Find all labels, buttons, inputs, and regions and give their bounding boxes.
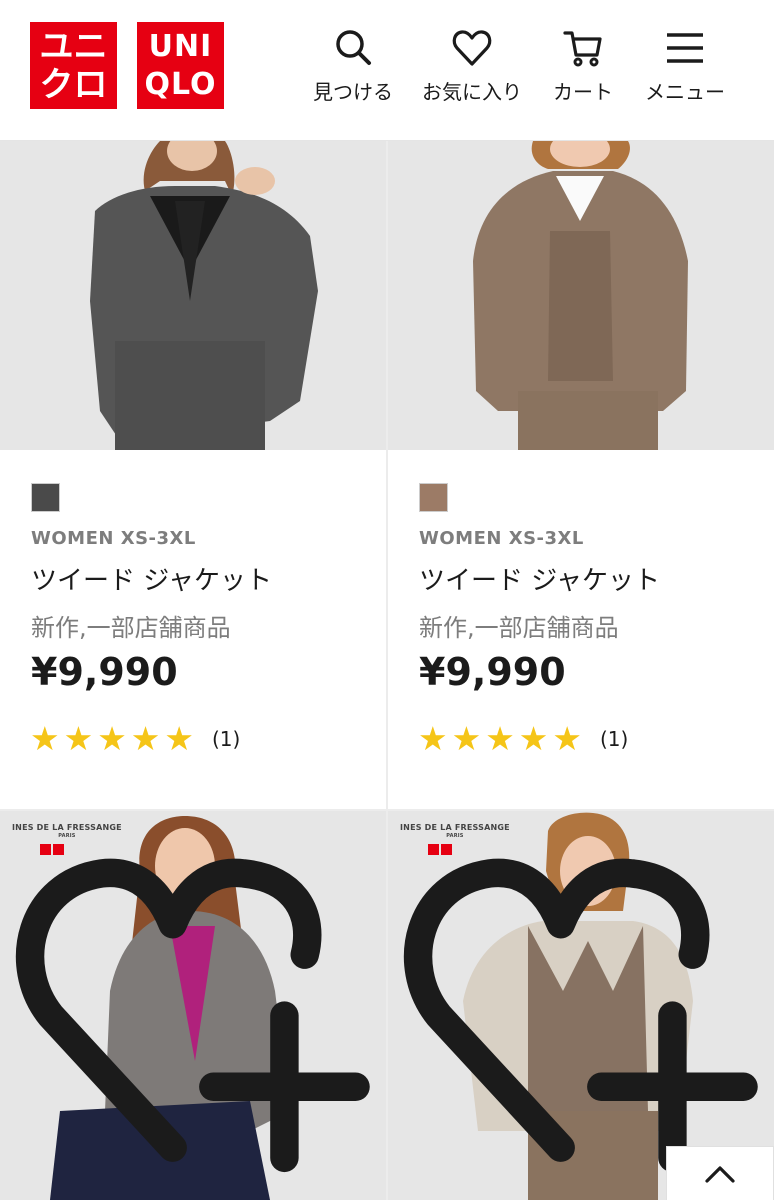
nav-cart-label: カート: [553, 80, 613, 104]
star-icon: ★: [63, 719, 94, 758]
review-count: (1): [599, 726, 629, 751]
model-photo: [0, 141, 386, 450]
uniqlo-logo-en[interactable]: UNI QLO: [137, 22, 224, 109]
model-photo: [388, 141, 774, 450]
grid-divider-vertical: [386, 141, 388, 1200]
product-image-check-jacket[interactable]: INES DE LA FRESSANGE PARIS: [0, 811, 386, 1200]
star-icon: ★: [518, 719, 549, 758]
star-icon: ★: [552, 719, 582, 758]
star-icon: ★: [97, 719, 127, 758]
nav-cart-button[interactable]: カート: [553, 26, 613, 105]
color-swatch[interactable]: [31, 483, 60, 512]
product-image-grey-tweed-jacket[interactable]: [0, 141, 386, 450]
star-icon: ★: [451, 719, 482, 758]
gender-size: WOMEN XS-3XL: [419, 528, 584, 549]
grid-divider-horizontal: [0, 809, 774, 811]
product-price: ¥9,990: [419, 650, 566, 694]
gender-size: WOMEN XS-3XL: [31, 528, 196, 549]
product-flags: 新作,一部店舗商品: [419, 614, 619, 642]
logo-ja-top: ユニ: [39, 26, 108, 67]
rating-stars: ★ ★ ★ ★ ★ (1): [418, 722, 628, 755]
add-favorite-icon[interactable]: [0, 811, 386, 1200]
nav-menu-label: メニュー: [645, 80, 725, 104]
star-icon: ★: [164, 719, 194, 758]
search-icon: [336, 30, 371, 65]
logo-en-top: UNI: [148, 28, 213, 64]
cart-icon: [563, 31, 602, 67]
star-icon: ★: [418, 719, 448, 758]
product-card-2[interactable]: WOMEN XS-3XL ツイード ジャケット 新作,一部店舗商品 ¥9,990…: [388, 450, 774, 809]
nav-favorites-label: お気に入り: [422, 80, 522, 104]
nav-find-label: 見つける: [313, 80, 393, 104]
review-count: (1): [211, 726, 241, 751]
nav-menu-button[interactable]: メニュー: [645, 26, 725, 105]
site-header: ユニ クロ UNI QLO 見つける お気に入り カート メニュー: [0, 0, 774, 141]
logo-ja-bottom: クロ: [39, 64, 108, 105]
product-name[interactable]: ツイード ジャケット: [419, 560, 660, 597]
heart-icon: [452, 30, 492, 66]
scroll-to-top-button[interactable]: [666, 1146, 774, 1200]
product-image-tweed-vest[interactable]: INES DE LA FRESSANGE PARIS: [388, 811, 774, 1200]
color-swatch[interactable]: [419, 483, 448, 512]
product-card-1[interactable]: WOMEN XS-3XL ツイード ジャケット 新作,一部店舗商品 ¥9,990…: [0, 450, 386, 809]
menu-icon: [667, 33, 703, 63]
product-image-brown-tweed-jacket[interactable]: [388, 141, 774, 450]
product-name[interactable]: ツイード ジャケット: [31, 560, 272, 597]
product-flags: 新作,一部店舗商品: [31, 614, 231, 642]
chevron-up-icon: [705, 1165, 735, 1183]
add-favorite-icon[interactable]: [388, 811, 774, 1200]
product-price: ¥9,990: [31, 650, 178, 694]
star-icon: ★: [485, 719, 515, 758]
logo-en-bottom: QLO: [144, 66, 217, 102]
star-icon: ★: [30, 719, 60, 758]
rating-stars: ★ ★ ★ ★ ★ (1): [30, 722, 240, 755]
uniqlo-logo-ja[interactable]: ユニ クロ: [30, 22, 117, 109]
nav-find-button[interactable]: 見つける: [313, 26, 393, 105]
nav-favorites-button[interactable]: お気に入り: [422, 26, 522, 105]
star-icon: ★: [130, 719, 161, 758]
